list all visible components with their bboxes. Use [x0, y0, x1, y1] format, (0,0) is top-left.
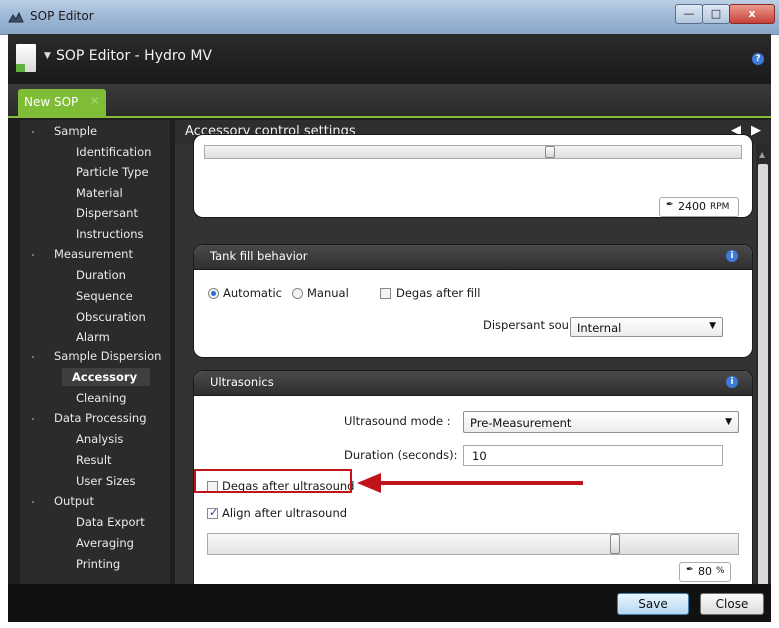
app-icon	[8, 11, 24, 23]
maximize-button[interactable]: □	[702, 4, 730, 24]
ultrasound-power-value: 80	[698, 565, 712, 578]
app-header: ▼ SOP Editor - Hydro MV ?	[8, 34, 771, 84]
sidebar-group-label: Data Processing	[54, 411, 147, 425]
tab-close-icon[interactable]: ×	[90, 94, 99, 107]
scrollbar-thumb[interactable]	[758, 164, 768, 592]
sidebar-item-cleaning[interactable]: Cleaning	[76, 391, 126, 405]
close-window-button[interactable]: x	[729, 4, 775, 24]
bullet-icon	[32, 131, 34, 133]
annotation-arrow-icon	[357, 473, 583, 493]
radio-manual-label: Manual	[307, 286, 349, 300]
sidebar-item-material[interactable]: Material	[76, 186, 123, 200]
sidebar-item-particle-type[interactable]: Particle Type	[76, 165, 149, 179]
arrow-right-icon[interactable]: ▶	[751, 123, 761, 138]
ultrasound-power-unit: %	[716, 566, 725, 576]
sidebar-item-data-export[interactable]: Data Export	[76, 515, 145, 529]
sidebar-item-analysis[interactable]: Analysis	[76, 432, 123, 446]
sidebar-group-label: Measurement	[54, 247, 133, 261]
tab-new-sop[interactable]: New SOP ×	[18, 89, 106, 116]
header-menu-arrow-icon[interactable]: ▼	[44, 51, 51, 61]
sidebar-group-label: Sample	[54, 124, 98, 138]
tank-fill-card: Tank fill behavior i Automatic Manual De…	[193, 244, 753, 358]
sidebar-item-averaging[interactable]: Averaging	[76, 536, 134, 550]
radio-automatic-label: Automatic	[223, 286, 282, 300]
sidebar-group-label: Output	[54, 494, 94, 508]
pump-speed-value: 2400	[678, 200, 706, 213]
bullet-icon	[32, 501, 34, 503]
minimize-button[interactable]: —	[675, 4, 703, 24]
card-header: Ultrasonics i	[194, 371, 752, 396]
sidebar-item-sequence[interactable]: Sequence	[76, 289, 133, 303]
sidebar: Sample Identification Particle Type Mate…	[20, 120, 170, 614]
ultrasound-mode-value: Pre-Measurement	[470, 416, 572, 430]
sidebar-item-identification[interactable]: Identification	[76, 145, 151, 159]
bullet-icon	[32, 356, 34, 358]
sidebar-item-result[interactable]: Result	[76, 453, 112, 467]
window-title: SOP Editor	[30, 9, 94, 23]
main-scrollbar[interactable]: ▲ ▼	[756, 144, 770, 614]
app-title: SOP Editor - Hydro MV	[56, 48, 213, 64]
tab-strip	[8, 84, 771, 118]
chevron-down-icon: ▼	[725, 417, 732, 427]
card-title: Ultrasonics	[210, 375, 274, 389]
duration-label: Duration (seconds):	[344, 448, 458, 462]
sidebar-item-alarm[interactable]: Alarm	[76, 330, 110, 344]
ultrasound-mode-select[interactable]: Pre-Measurement ▼	[463, 411, 739, 433]
sidebar-item-dispersant[interactable]: Dispersant	[76, 206, 138, 220]
align-after-ultrasound-label: Align after ultrasound	[222, 506, 348, 520]
sidebar-group-label: Sample Dispersion	[54, 349, 162, 363]
degas-after-fill-label: Degas after fill	[396, 286, 481, 300]
sidebar-item-printing[interactable]: Printing	[76, 557, 120, 571]
card-title: Tank fill behavior	[210, 249, 308, 263]
info-icon[interactable]: i	[726, 250, 738, 262]
pump-speed-readout: ✒ 2400 RPM	[659, 197, 739, 217]
power-icon: ✒	[686, 565, 694, 575]
app-window: ▼ SOP Editor - Hydro MV ? New SOP × Samp…	[8, 34, 771, 622]
pump-speed-slider[interactable]	[204, 145, 742, 159]
ultrasound-power-fill	[208, 534, 610, 554]
ultrasound-power-readout: ✒ 80 %	[679, 562, 731, 582]
footer-bar: Save Close	[8, 584, 771, 622]
sidebar-item-instructions[interactable]: Instructions	[76, 227, 144, 241]
annotation-highlight-box	[194, 469, 352, 493]
dispersant-source-select[interactable]: Internal ▼	[570, 317, 723, 337]
ultrasound-power-slider[interactable]	[207, 533, 739, 555]
ultrasound-power-thumb[interactable]	[610, 534, 620, 554]
radio-automatic[interactable]	[208, 288, 219, 299]
pump-speed-card: ✒ 2400 RPM	[193, 134, 753, 218]
sidebar-item-obscuration[interactable]: Obscuration	[76, 310, 146, 324]
close-button[interactable]: Close	[700, 593, 764, 615]
document-icon-badge	[16, 64, 25, 72]
scroll-up-icon[interactable]: ▲	[759, 150, 765, 159]
ultrasound-mode-label: Ultrasound mode :	[344, 414, 451, 428]
bullet-icon	[32, 254, 34, 256]
info-icon[interactable]: i	[726, 376, 738, 388]
duration-value: 10	[472, 449, 487, 463]
sidebar-item-accessory[interactable]: Accessory	[72, 370, 137, 384]
degas-after-fill-checkbox[interactable]	[380, 288, 391, 299]
bullet-icon	[32, 418, 34, 420]
card-header: Tank fill behavior i	[194, 245, 752, 270]
pump-speed-thumb[interactable]	[545, 146, 555, 158]
sidebar-item-duration[interactable]: Duration	[76, 268, 126, 282]
save-button[interactable]: Save	[617, 593, 689, 615]
pump-icon: ✒	[666, 200, 674, 210]
checkmark-icon: ✓	[209, 506, 219, 519]
chevron-down-icon: ▼	[709, 321, 716, 331]
main-panel: Accessory control settings ◀ ▶ ✒ 2400 RP…	[175, 120, 771, 614]
sidebar-item-user-sizes[interactable]: User Sizes	[76, 474, 135, 488]
help-icon[interactable]: ?	[752, 53, 764, 65]
pump-speed-unit: RPM	[710, 202, 730, 212]
tab-label: New SOP	[24, 95, 79, 109]
duration-input[interactable]: 10	[463, 445, 723, 466]
window-titlebar: SOP Editor — □ x	[0, 0, 779, 35]
align-after-ultrasound-checkbox[interactable]: ✓	[207, 506, 219, 519]
dispersant-source-value: Internal	[577, 321, 622, 335]
radio-manual[interactable]	[292, 288, 303, 299]
